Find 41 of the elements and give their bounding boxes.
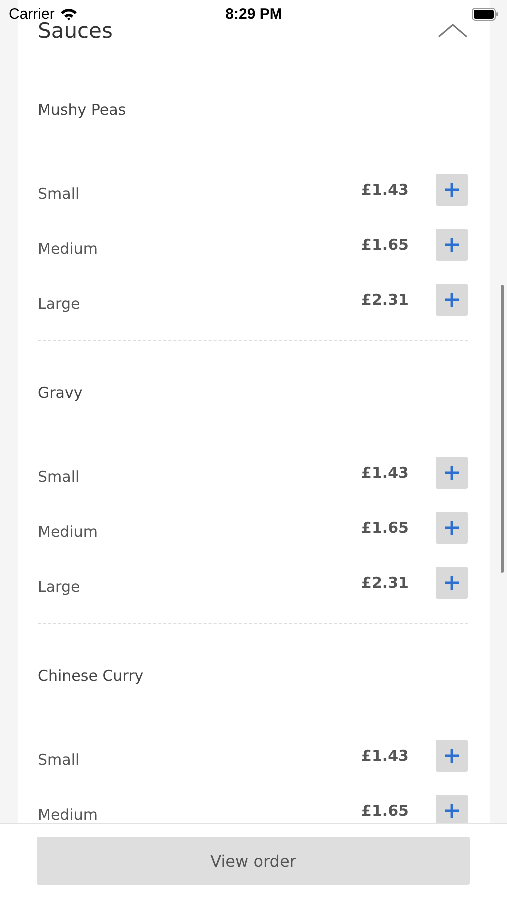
chevron-up-icon[interactable]: [438, 23, 468, 39]
price: £1.43: [362, 746, 409, 764]
plus-icon: [444, 520, 460, 536]
item-name: Chinese Curry: [38, 666, 145, 686]
price: £2.31: [362, 574, 409, 592]
plus-icon: [444, 464, 460, 480]
price: £1.43: [362, 464, 409, 482]
add-button[interactable]: [436, 740, 468, 772]
price: £1.65: [362, 236, 409, 254]
size-label: Medium: [38, 238, 99, 258]
size-label: Small: [38, 750, 81, 768]
add-button[interactable]: [436, 456, 468, 488]
add-button[interactable]: [436, 174, 468, 206]
size-label: Medium: [38, 804, 99, 823]
add-button[interactable]: [436, 512, 468, 544]
wifi-icon: [60, 8, 78, 20]
size-label: Medium: [38, 522, 99, 540]
scrollbar[interactable]: [501, 285, 504, 573]
add-button[interactable]: [436, 566, 468, 598]
size-label: Small: [38, 184, 81, 202]
plus-icon: [444, 574, 460, 590]
size-label: Large: [38, 576, 82, 596]
price: £1.65: [362, 802, 409, 820]
price: £1.65: [362, 518, 409, 536]
plus-icon: [444, 802, 460, 818]
add-button[interactable]: [436, 794, 468, 823]
price: £1.43: [362, 180, 409, 198]
size-label: Small: [38, 466, 81, 486]
add-button[interactable]: [436, 228, 468, 260]
item-name: Mushy Peas: [38, 100, 128, 120]
add-button[interactable]: [436, 284, 468, 316]
status-time: 8:29 PM: [224, 6, 284, 22]
price: £2.31: [362, 290, 409, 308]
plus-icon: [444, 236, 460, 252]
battery-icon: [472, 8, 499, 20]
plus-icon: [444, 292, 460, 308]
size-label: Large: [38, 294, 82, 312]
item-name: Gravy: [38, 383, 84, 403]
view-order-button[interactable]: View order: [37, 837, 470, 885]
plus-icon: [444, 748, 460, 764]
plus-icon: [444, 182, 460, 198]
